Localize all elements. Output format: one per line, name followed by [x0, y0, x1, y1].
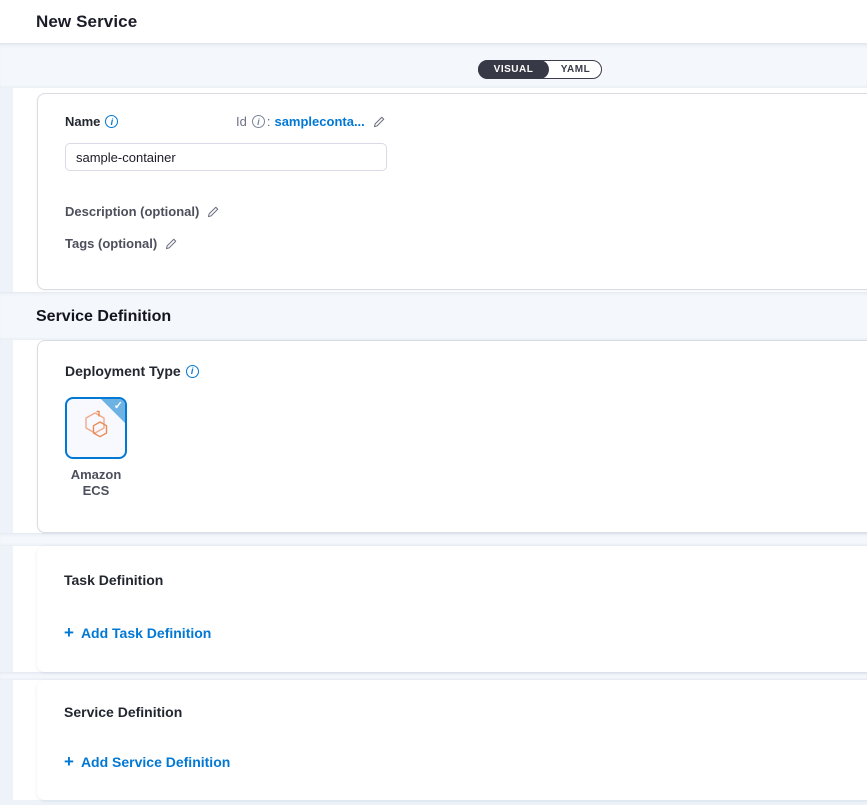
- add-service-definition-button[interactable]: + Add Service Definition: [64, 754, 230, 770]
- id-row: Id i : sampleconta...: [236, 114, 386, 129]
- section-gap-band: [0, 533, 867, 546]
- add-task-definition-label: Add Task Definition: [81, 625, 211, 641]
- id-label: Id: [236, 114, 247, 129]
- description-label: Description (optional): [65, 204, 199, 219]
- task-definition-card: Task Definition + Add Task Definition: [37, 546, 867, 672]
- service-name-input[interactable]: [65, 143, 387, 171]
- deployment-type-ecs-tile[interactable]: ✓: [65, 397, 127, 459]
- plus-icon: +: [64, 626, 74, 640]
- ecs-tile-label: Amazon ECS: [65, 467, 127, 499]
- deployment-type-heading: Deployment Type: [65, 363, 181, 379]
- edit-description-icon[interactable]: [206, 205, 220, 219]
- tags-row: Tags (optional): [65, 236, 178, 251]
- id-colon: :: [267, 114, 271, 129]
- toggle-yaml[interactable]: YAML: [549, 60, 602, 79]
- edit-id-icon[interactable]: [372, 115, 386, 129]
- deployment-type-info-icon[interactable]: i: [186, 365, 199, 378]
- service-overview-card: Name i Id i : sampleconta... Description…: [37, 93, 867, 290]
- new-service-page: New Service VISUAL YAML Name i Id i : sa…: [0, 0, 867, 805]
- ecs-label-line2: ECS: [65, 483, 127, 499]
- section-gap-band: [0, 44, 867, 88]
- tags-label: Tags (optional): [65, 236, 157, 251]
- section-gap-band: [0, 672, 867, 680]
- ecs-label-line1: Amazon: [65, 467, 127, 483]
- add-task-definition-button[interactable]: + Add Task Definition: [64, 625, 211, 641]
- toggle-visual[interactable]: VISUAL: [478, 60, 549, 79]
- check-icon: ✓: [114, 399, 123, 412]
- service-definition-card: Service Definition + Add Service Definit…: [37, 680, 867, 800]
- deployment-type-heading-row: Deployment Type i: [65, 363, 199, 379]
- service-definition-card-heading: Service Definition: [64, 704, 182, 720]
- visual-yaml-toggle: VISUAL YAML: [478, 60, 602, 79]
- name-info-icon[interactable]: i: [105, 115, 118, 128]
- id-info-icon[interactable]: i: [252, 115, 265, 128]
- task-definition-heading: Task Definition: [64, 572, 163, 588]
- service-id-link[interactable]: sampleconta...: [274, 114, 364, 129]
- add-service-definition-label: Add Service Definition: [81, 754, 230, 770]
- page-title: New Service: [36, 12, 137, 32]
- name-label: Name: [65, 114, 100, 129]
- deployment-type-card: Deployment Type i ✓ Amazon ECS: [37, 340, 867, 533]
- service-definition-section-heading: Service Definition: [36, 308, 171, 326]
- plus-icon: +: [64, 755, 74, 769]
- name-row: Name i: [65, 114, 118, 129]
- description-row: Description (optional): [65, 204, 220, 219]
- edit-tags-icon[interactable]: [164, 237, 178, 251]
- page-header: New Service: [0, 0, 867, 44]
